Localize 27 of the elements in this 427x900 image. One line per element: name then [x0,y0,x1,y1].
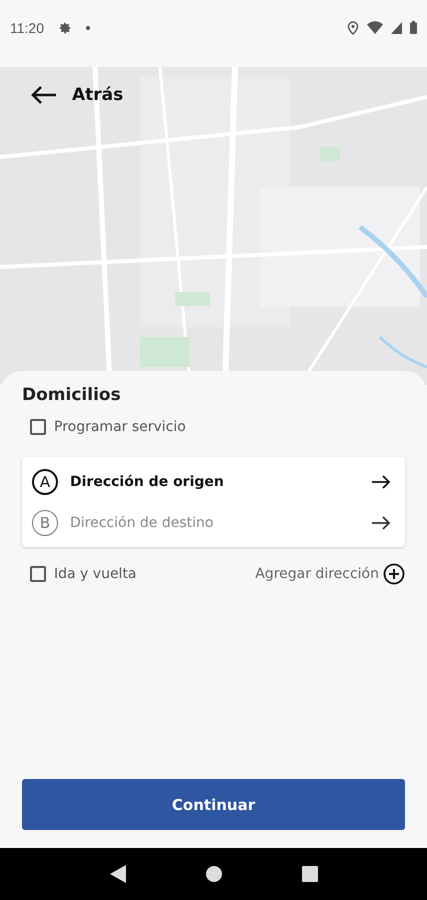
address-row[interactable]: B Dirección de destino [32,502,391,543]
continue-button[interactable]: Continuar [22,779,405,830]
checkbox-label: Ida y vuelta [54,566,137,582]
notification-dot-icon [86,26,90,30]
sheet-title: Domicilios [22,385,122,405]
letter-badge: B [32,510,58,536]
plus-circle-icon [383,563,405,585]
battery-icon [410,21,417,34]
add-address-button[interactable]: Agregar dirección [255,563,405,585]
checkbox-label: Programar servicio [54,419,186,435]
back-button[interactable]: Atrás [30,85,124,105]
address-row[interactable]: A Dirección de origen [32,461,391,502]
gear-icon [58,20,72,34]
back-nav-icon[interactable] [110,865,126,883]
checkbox[interactable] [30,566,46,582]
letter-badge: A [32,468,58,494]
checkbox[interactable] [30,419,46,435]
back-arrow-icon [30,85,58,105]
home-nav-icon[interactable] [204,865,222,883]
location-icon [347,20,359,34]
arrow-right-icon [371,474,391,488]
arrow-right-icon [371,516,391,530]
back-label: Atrás [72,85,124,105]
wifi-icon [367,21,383,34]
status-time: 11:20 [10,20,44,36]
signal-icon [391,22,402,34]
recents-nav-icon[interactable] [302,866,318,882]
